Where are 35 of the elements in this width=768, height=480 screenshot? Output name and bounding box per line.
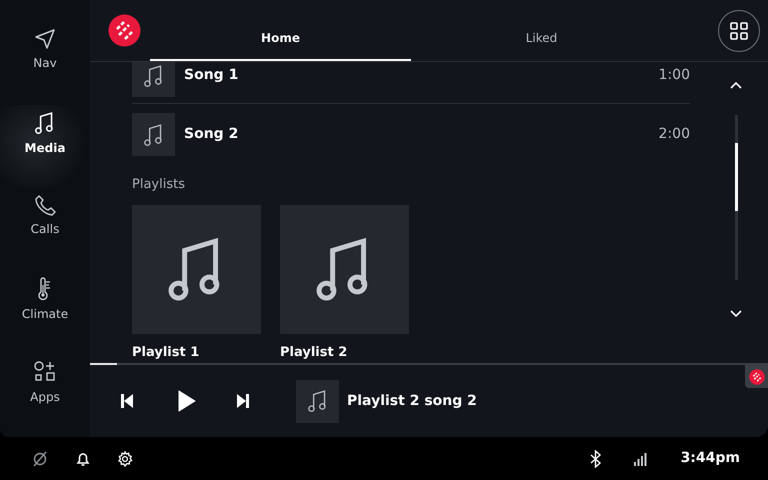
app-logo <box>108 14 141 47</box>
playlist-art[interactable] <box>132 204 261 334</box>
scrollbar-thumb[interactable] <box>734 143 738 211</box>
song-duration: 1:00 <box>658 66 690 85</box>
album-art <box>296 380 339 422</box>
navigation-arrow-icon <box>34 28 56 50</box>
no-signal-icon[interactable] <box>32 450 48 466</box>
now-playing-title: Playlist 2 song 2 <box>347 392 477 410</box>
signal-bars-icon[interactable] <box>632 452 647 466</box>
section-heading: Playlists <box>132 176 186 194</box>
tab[interactable]: Liked <box>411 0 672 61</box>
next-button[interactable] <box>236 393 250 409</box>
sidebar-item[interactable]: Calls <box>0 188 90 271</box>
phone-icon <box>34 194 56 216</box>
playlist-art[interactable] <box>280 204 409 334</box>
grid-menu-button[interactable] <box>718 10 760 52</box>
chevron-up-icon[interactable] <box>730 82 742 89</box>
sidebar-item[interactable]: Climate <box>0 271 90 354</box>
bluetooth-icon[interactable] <box>588 450 603 468</box>
song-duration: 2:00 <box>658 125 690 144</box>
album-art <box>132 113 175 156</box>
settings-icon[interactable] <box>117 450 133 466</box>
tab[interactable]: Home <box>150 0 411 61</box>
sidebar-item[interactable]: Apps <box>0 354 90 437</box>
notification-bell-icon[interactable] <box>75 450 91 466</box>
song-title[interactable]: Song 2 <box>184 124 650 145</box>
play-button[interactable] <box>178 390 196 412</box>
grid-icon <box>730 22 748 40</box>
song-title[interactable]: Song 1 <box>184 65 650 86</box>
previous-button[interactable] <box>120 393 134 409</box>
playlist-title[interactable]: Playlist 1 <box>132 342 261 362</box>
playlist-title[interactable]: Playlist 2 <box>280 342 409 362</box>
sidebar-item[interactable]: Nav <box>0 22 90 105</box>
chevron-down-icon[interactable] <box>730 310 742 317</box>
clock-time: 3:44pm <box>680 449 740 468</box>
